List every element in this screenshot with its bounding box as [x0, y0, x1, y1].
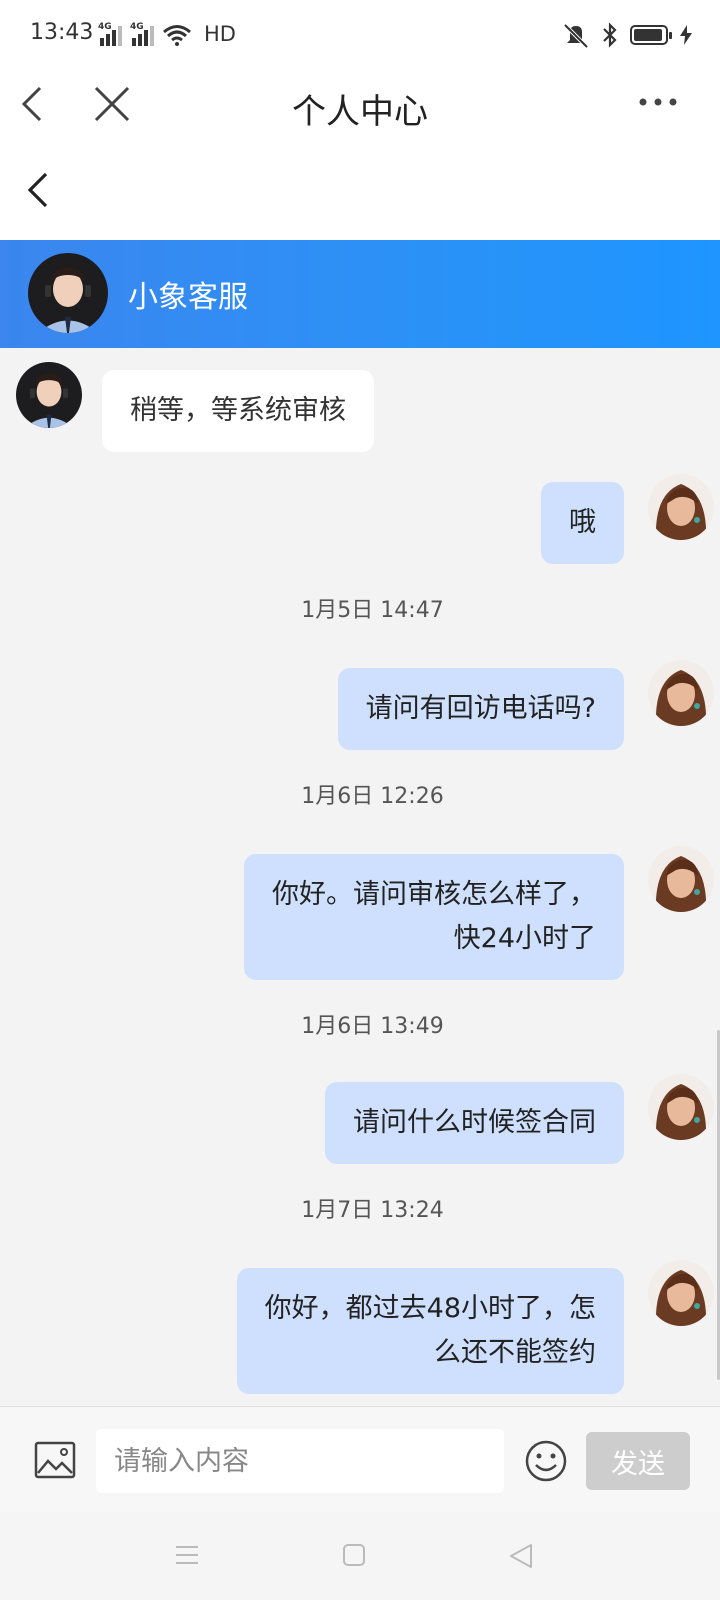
mute-vibrate-icon: [563, 23, 589, 48]
message-text: 快24小时了: [453, 923, 596, 954]
back-icon[interactable]: [508, 1542, 534, 1570]
signal-icon: 4G: [98, 22, 122, 46]
send-button[interactable]: 发送: [586, 1432, 690, 1490]
agent-name: 小象客服: [128, 280, 248, 315]
emoji-icon[interactable]: [524, 1439, 568, 1483]
user-avatar[interactable]: [648, 1074, 714, 1140]
home-icon[interactable]: [342, 1542, 366, 1568]
user-avatar[interactable]: [648, 846, 714, 912]
message-timestamp: 1月6日 13:49: [301, 1014, 444, 1039]
system-nav-bar: [0, 1512, 720, 1600]
battery-icon: [630, 25, 672, 45]
bluetooth-icon: [603, 22, 617, 48]
status-time: 13:43: [30, 20, 94, 45]
top-nav: 个人中心: [0, 70, 720, 142]
message-text: 稍等，等系统审核: [130, 395, 346, 426]
message-bubble[interactable]: 请问有回访电话吗?: [337, 668, 624, 750]
page-title: 个人中心: [292, 92, 428, 132]
message-text: 哦: [569, 507, 596, 538]
image-icon[interactable]: [34, 1439, 76, 1481]
charging-icon: [680, 25, 692, 45]
sub-nav: [0, 142, 720, 240]
input-bar: 发送: [0, 1406, 720, 1512]
message-bubble[interactable]: 请问什么时候签合同: [325, 1082, 624, 1164]
agent-avatar[interactable]: [16, 362, 82, 428]
signal-icon: 4G: [130, 22, 154, 46]
message-bubble[interactable]: 哦: [541, 482, 624, 564]
message-bubble[interactable]: 你好，都过去48小时了，怎 么还不能签约: [236, 1268, 624, 1394]
message-text: 你好，都过去48小时了，怎: [264, 1293, 596, 1324]
back-icon[interactable]: [26, 170, 52, 210]
message-text: 请问什么时候签合同: [353, 1107, 596, 1138]
message-text: 请问有回访电话吗?: [365, 693, 596, 724]
user-avatar[interactable]: [648, 1260, 714, 1326]
more-icon[interactable]: [638, 94, 678, 110]
status-bar: 13:43 4G 4G HD: [0, 0, 720, 70]
message-bubble[interactable]: 稍等，等系统审核: [102, 370, 374, 452]
message-timestamp: 1月7日 13:24: [301, 1198, 444, 1223]
user-avatar[interactable]: [648, 474, 714, 540]
wifi-icon: [163, 25, 191, 46]
chat-header: 小象客服: [0, 240, 720, 348]
menu-icon[interactable]: [174, 1542, 200, 1568]
message-list[interactable]: 稍等，等系统审核 哦 1月5日 14:47 请问有回访电话吗? 1月6日 12:…: [0, 348, 720, 1406]
message-timestamp: 1月6日 12:26: [301, 784, 444, 809]
message-bubble[interactable]: 你好。请问审核怎么样了， 快24小时了: [244, 854, 624, 980]
agent-avatar[interactable]: [28, 253, 108, 333]
message-text: 么还不能签约: [434, 1337, 596, 1368]
hd-label: HD: [204, 22, 236, 46]
message-text: 你好。请问审核怎么样了，: [272, 879, 596, 910]
message-input[interactable]: [96, 1429, 504, 1493]
message-timestamp: 1月5日 14:47: [301, 598, 444, 623]
user-avatar[interactable]: [648, 660, 714, 726]
